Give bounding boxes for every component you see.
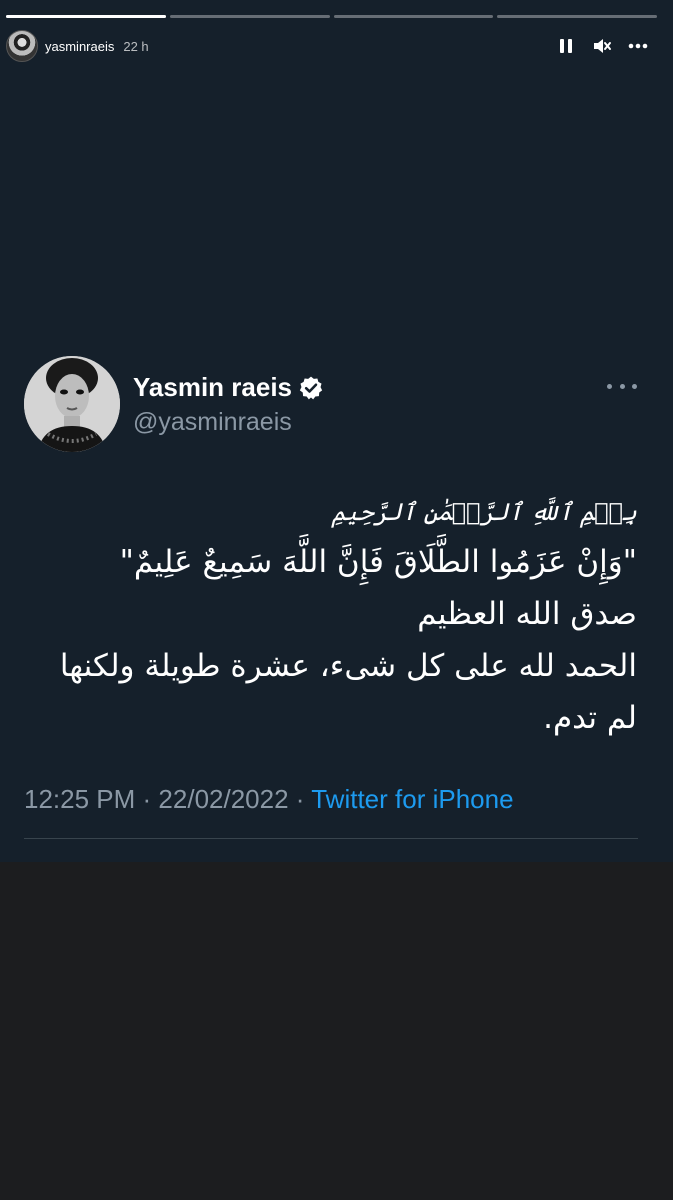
tweet-more-button[interactable] [607,376,637,396]
more-icon [628,43,648,49]
meta-separator: · [142,784,159,814]
story-progress [6,15,657,18]
pause-icon [560,39,572,53]
progress-segment-1 [6,15,166,18]
profile-photo [24,356,120,452]
story-controls [555,32,649,60]
tweet-line: "وَإِنْ عَزَمُوا الطَّلَاقَ فَإِنَّ اللَ… [119,544,637,580]
story-header: yasminraeis 22 h [6,30,667,62]
progress-fill-1 [6,15,166,18]
mute-icon [594,39,611,53]
lower-background [0,862,673,1200]
progress-segment-4 [497,15,657,18]
tweet-author[interactable]: Yasmin raeis [133,372,324,403]
tweet-line: لم تدم. [543,700,637,736]
story-timestamp: 22 h [123,38,149,54]
display-name[interactable]: Yasmin raeis [133,372,292,403]
tweet-text: "وَإِنْ عَزَمُوا الطَّلَاقَ فَإِنَّ اللَ… [17,536,637,744]
verified-badge-icon [299,376,323,399]
tweet-line: الحمد لله على كل شىء، عشرة طويلة ولكنها [59,648,637,684]
progress-segment-2 [169,15,330,18]
dot-icon [619,383,625,389]
pause-button[interactable] [555,32,577,60]
tweet-time[interactable]: 12:25 PM [24,784,135,814]
story-username[interactable]: yasminraeis [45,39,114,54]
tweet-avatar[interactable] [24,356,120,452]
dot-icon [607,383,612,389]
basmala-calligraphy: بِسۡمِ ٱللَّهِ ٱلرَّحۡمَٰنِ ٱلرَّحِيمِ [331,498,638,526]
avatar[interactable] [6,30,38,62]
divider [24,838,638,839]
more-options-button[interactable] [627,32,649,60]
tweet-line: صدق الله العظيم [417,596,637,632]
meta-separator: · [295,784,312,814]
progress-segment-3 [333,15,494,18]
tweet-meta: 12:25 PM · 22/02/2022 · Twitter for iPho… [24,784,514,815]
mute-button[interactable] [591,32,613,60]
dot-icon [632,383,637,389]
handle[interactable]: @yasminraeis [133,408,292,437]
tweet-source-link[interactable]: Twitter for iPhone [311,784,513,814]
tweet-date[interactable]: 22/02/2022 [158,784,288,814]
